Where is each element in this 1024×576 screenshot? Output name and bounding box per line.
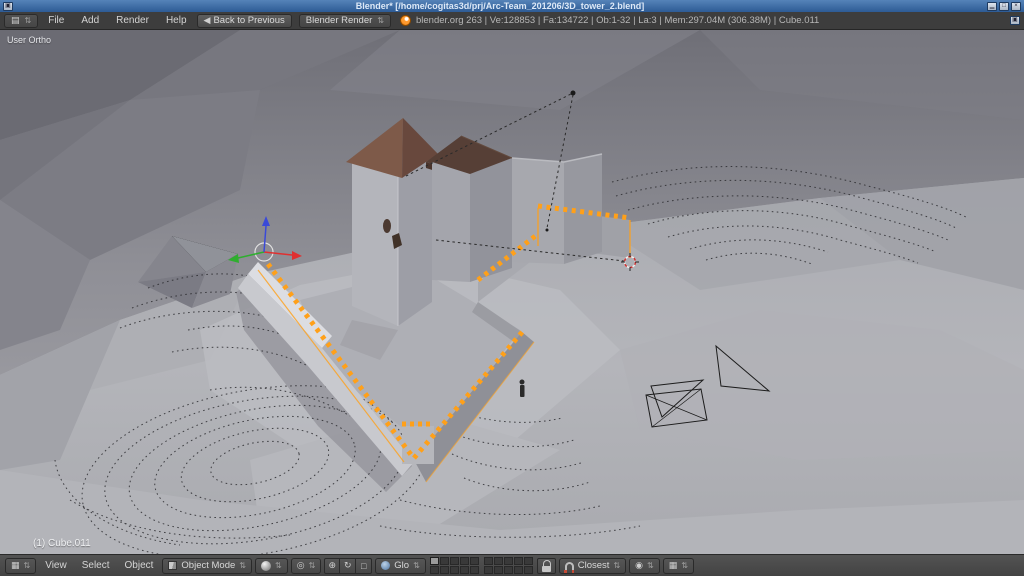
layer-button[interactable] [484,566,493,574]
info-editor-icon: ▤ [11,15,20,26]
viewport-shading-selector[interactable]: ⇅ [255,558,288,574]
translate-manipulator-button[interactable]: ⊕ [324,558,340,574]
render-anim-icon: ▦ [669,560,678,571]
layer-button[interactable] [504,557,513,565]
chevron-updown-icon: ⇅ [613,561,620,570]
snap-selector[interactable]: Closest ⇅ [559,558,626,574]
snap-target-value: Closest [578,560,610,571]
menu-render[interactable]: Render [109,13,156,29]
chevron-updown-icon: ⇅ [24,561,31,570]
layer-button[interactable] [494,557,503,565]
layer-button[interactable] [440,566,449,574]
active-object-label: (1) Cube.011 [33,538,91,549]
back-to-previous-label: Back to Previous [213,15,284,26]
layer-button[interactable] [460,566,469,574]
layer-button[interactable] [524,566,533,574]
window-menu-icon[interactable]: ▣ [3,2,13,11]
menu-help[interactable]: Help [159,13,194,29]
layer-button[interactable] [514,557,523,565]
menu-add[interactable]: Add [74,13,106,29]
chevron-updown-icon: ⇅ [275,561,282,570]
chevron-updown-icon: ⇅ [681,561,688,570]
layer-button[interactable] [470,557,479,565]
close-icon[interactable]: × [1011,2,1021,11]
orientation-value: Glo [394,560,409,571]
editor-type-selector[interactable]: ▦ ⇅ [5,558,36,574]
menu-file[interactable]: File [41,13,71,29]
chevron-updown-icon: ⇅ [377,16,384,25]
maximize-icon[interactable]: □ [999,2,1009,11]
layer-button[interactable] [494,566,503,574]
menu-select[interactable]: Select [76,558,116,574]
window-title: Blender* [/home/cogitas3d/prj/Arc-Team_2… [15,0,985,12]
viewport-header: ▦ ⇅ View Select Object Object Mode ⇅ ⇅ ◎… [0,554,1024,576]
editor-type-selector[interactable]: ▤ ⇅ [4,14,38,28]
pivot-point-selector[interactable]: ◎ ⇅ [291,558,322,574]
blender-logo-icon [400,15,411,26]
layer-button[interactable] [440,557,449,565]
chevron-updown-icon: ⇅ [647,561,654,570]
chevron-updown-icon: ⇅ [413,561,420,570]
layer-button[interactable] [524,557,533,565]
mode-selector[interactable]: Object Mode ⇅ [162,558,252,574]
layer-grid-1 [430,557,479,574]
top-header: ▤ ⇅ File Add Render Help ◀ Back to Previ… [0,12,1024,30]
blender-window: ▣ Blender* [/home/cogitas3d/prj/Arc-Team… [0,0,1024,576]
titlebar: ▣ Blender* [/home/cogitas3d/prj/Arc-Team… [0,0,1024,12]
layer-button[interactable] [430,557,439,565]
pivot-icon: ◎ [297,560,305,571]
layer-button[interactable] [514,566,523,574]
back-to-previous-button[interactable]: ◀ Back to Previous [197,14,292,28]
3dview-editor-icon: ▦ [11,560,20,571]
scale-figure [520,380,525,398]
scale-icon: □ [361,561,366,571]
opengl-render-anim-button[interactable]: ▦ ⇅ [663,558,694,574]
layer-button[interactable] [484,557,493,565]
manipulator-toggles: ⊕ ↻ □ [324,558,372,574]
minimize-icon[interactable]: ▁ [987,2,997,11]
lock-icon [541,560,552,572]
chevron-updown-icon: ⇅ [25,16,32,25]
3d-viewport[interactable]: User Ortho (1) Cube.011 [0,30,1024,554]
layer-grid-2 [484,557,533,574]
global-orientation-icon [381,561,390,570]
chevron-updown-icon: ⇅ [239,561,246,570]
layer-button[interactable] [470,566,479,574]
mode-value: Object Mode [181,560,235,571]
render-engine-value: Blender Render [306,15,373,26]
back-arrow-icon: ◀ [204,15,211,26]
layer-button[interactable] [430,566,439,574]
lock-to-scene-button[interactable] [537,558,556,574]
shading-sphere-icon [261,561,271,571]
keep-window [383,219,391,233]
menu-object[interactable]: Object [119,558,160,574]
translate-icon: ⊕ [328,560,336,571]
scene-statistics: blender.org 263 | Ve:128853 | Fa:134722 … [416,15,819,26]
empty-origin-dot [571,91,576,96]
scale-manipulator-button[interactable]: □ [356,558,372,574]
render-still-icon: ◉ [635,560,643,571]
menu-view[interactable]: View [39,558,73,574]
layer-button[interactable] [504,566,513,574]
layer-button[interactable] [450,566,459,574]
annex-building[interactable] [426,136,512,282]
rotate-manipulator-button[interactable]: ↻ [340,558,356,574]
chevron-updown-icon: ⇅ [309,561,316,570]
window-layout-icon[interactable]: ▣ [1010,16,1020,25]
empty-origin-dot [546,229,549,232]
render-engine-selector[interactable]: Blender Render ⇅ [299,14,391,28]
rotate-icon: ↻ [344,560,352,571]
opengl-render-button[interactable]: ◉ ⇅ [629,558,660,574]
object-mode-icon [168,561,177,570]
layer-button[interactable] [450,557,459,565]
view-mode-label: User Ortho [7,35,51,45]
snap-magnet-icon [565,562,574,571]
transform-orientation-selector[interactable]: Glo ⇅ [375,558,426,574]
3d-scene[interactable] [0,30,1024,554]
layer-button[interactable] [460,557,469,565]
